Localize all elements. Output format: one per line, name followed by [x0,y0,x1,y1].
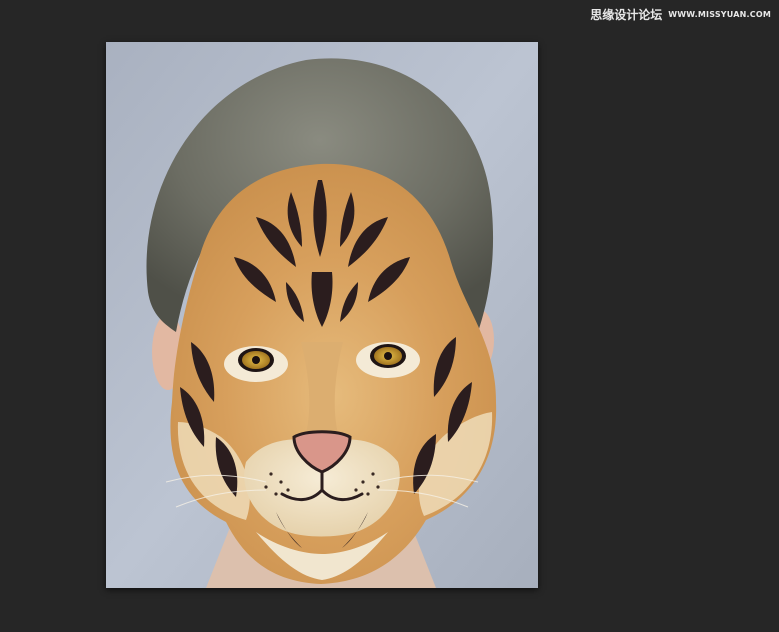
document-image[interactable] [106,42,538,588]
tiger-face-portrait [106,42,538,588]
watermark-site-url: WWW.MISSYUAN.COM [668,10,771,19]
workspace-canvas: 思缘设计论坛 WWW.MISSYUAN.COM [0,0,779,632]
watermark-site-name: 思缘设计论坛 [590,8,663,22]
watermark: 思缘设计论坛 WWW.MISSYUAN.COM [590,6,771,23]
left-eye [238,348,274,372]
right-eye [370,344,406,368]
